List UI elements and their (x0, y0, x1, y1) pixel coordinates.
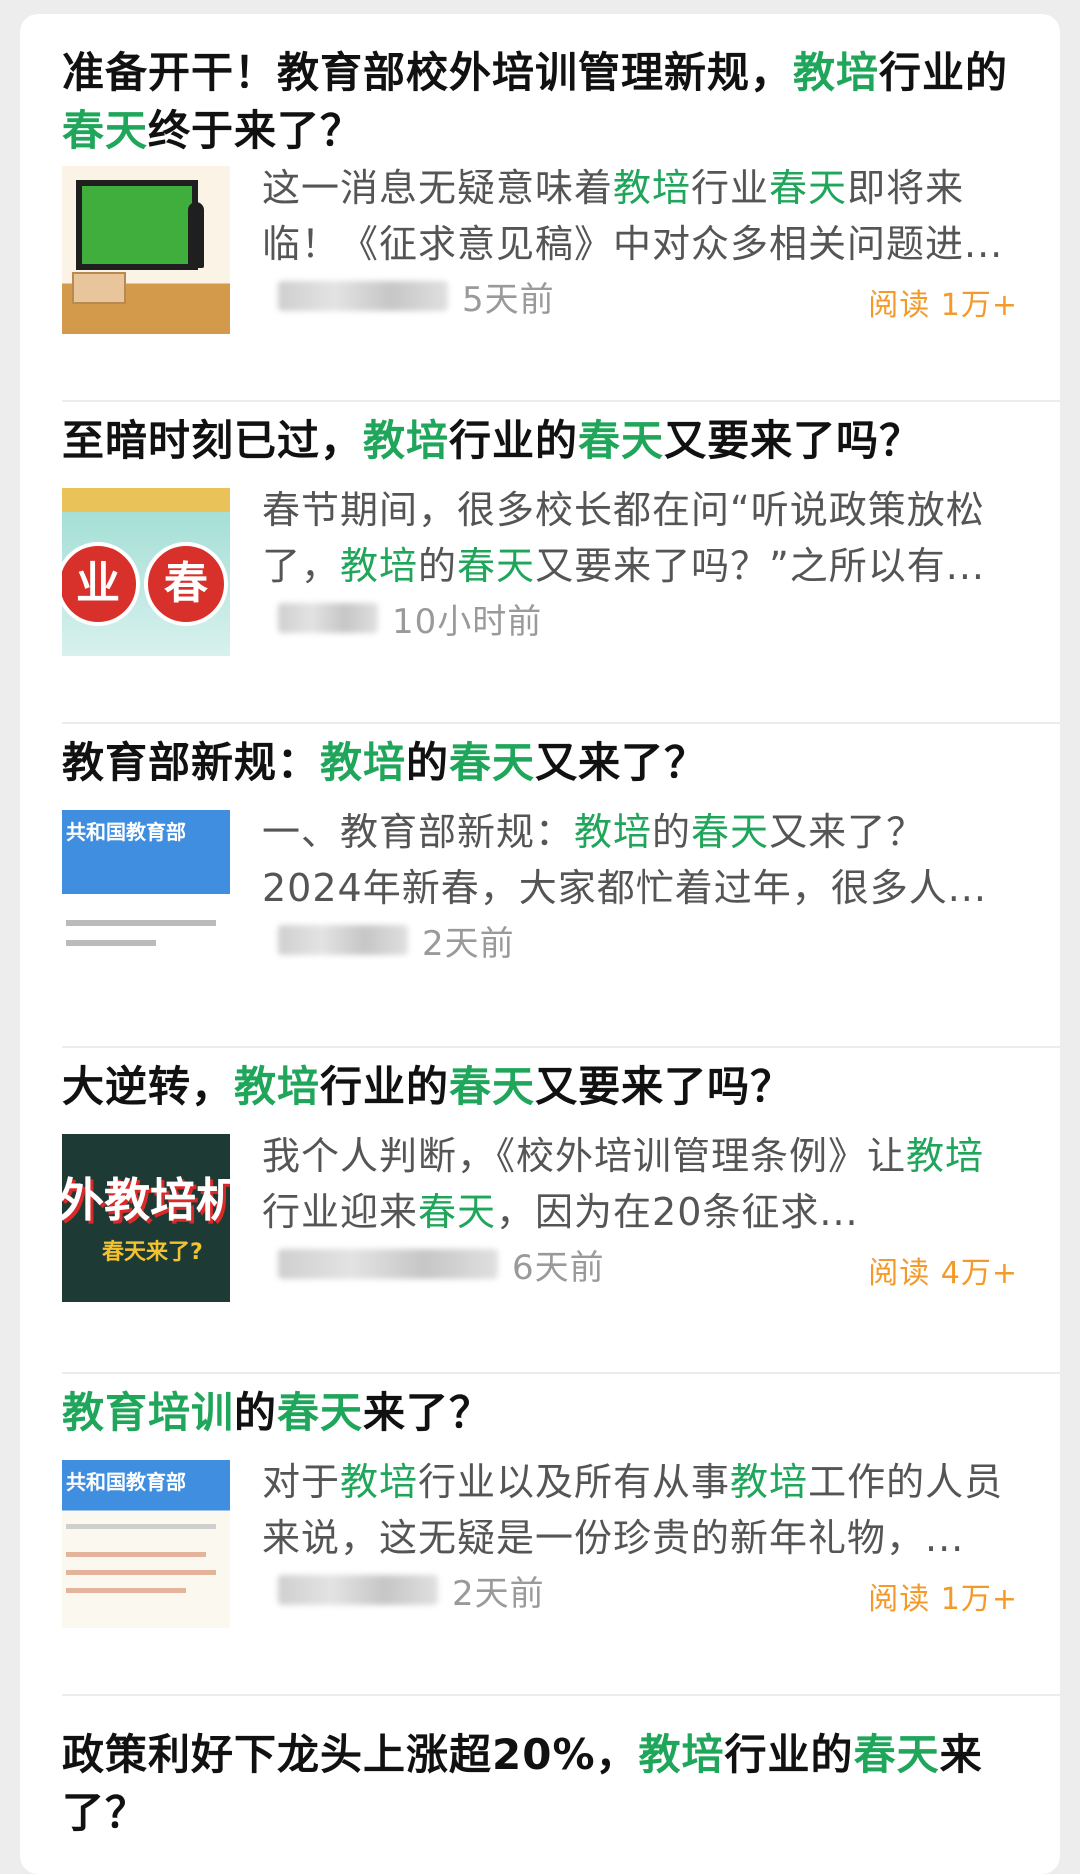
article-excerpt: 对于教培行业以及所有从事教培工作的人员来说，这无疑是一份珍贵的新年礼物，... (262, 1460, 1004, 1560)
thumbnail-glyph: 春 (144, 542, 228, 626)
publish-time: 10小时前 (392, 601, 543, 642)
publish-time: 6天前 (512, 1247, 605, 1288)
article-meta: 2天前 (278, 1570, 545, 1614)
article-thumbnail[interactable]: 外教培机 春天来了? (62, 1134, 230, 1302)
article-title[interactable]: 大逆转，教培行业的春天又要来了吗？ (62, 1058, 1047, 1116)
text-line (66, 1570, 216, 1575)
divider (62, 1046, 1060, 1048)
thumbnail-glyph: 业 (62, 542, 140, 626)
article-thumbnail[interactable] (62, 166, 230, 334)
thumbnail-heading: 共和国教育部 (66, 820, 186, 844)
article-meta: 10小时前 (278, 598, 542, 642)
person-icon (188, 202, 204, 268)
thumbnail-subheading: 春天来了? (102, 1240, 203, 1265)
divider (62, 1372, 1060, 1374)
publish-time: 2天前 (452, 1573, 545, 1614)
article-meta: 6天前 (278, 1244, 605, 1288)
article-thumbnail[interactable]: 共和国教育部 (62, 810, 230, 978)
article-title[interactable]: 政策利好下龙头上涨超20%，教培行业的春天来了？ (62, 1726, 1047, 1842)
desk-icon (72, 272, 126, 304)
text-line (66, 1552, 206, 1557)
source-name-blurred (278, 1575, 438, 1605)
source-name-blurred (278, 1249, 498, 1279)
article-title[interactable]: 准备开干！教育部校外培训管理新规，教培行业的春天终于来了？ (62, 44, 1047, 160)
publish-time: 2天前 (422, 923, 515, 964)
chalkboard-icon (76, 180, 198, 270)
read-count: 阅读 1万+ (868, 1582, 1018, 1617)
text-line (66, 940, 156, 946)
article-excerpt: 这一消息无疑意味着教培行业春天即将来临！《征求意见稿》中对众多相关问题进... (262, 166, 1004, 266)
thumbnail-heading: 外教培机 (62, 1173, 230, 1227)
read-count: 阅读 4万+ (868, 1256, 1018, 1291)
article-title[interactable]: 教育培训的春天来了？ (62, 1384, 1047, 1442)
article-meta: 5天前 (278, 276, 555, 320)
text-line (66, 1588, 186, 1593)
divider (62, 1694, 1060, 1696)
article-excerpt: 我个人判断，《校外培训管理条例》让教培行业迎来春天，因为在20条征求... (262, 1134, 985, 1234)
article-meta: 2天前 (278, 920, 515, 964)
source-name-blurred (278, 925, 408, 955)
article-feed: 准备开干！教育部校外培训管理新规，教培行业的春天终于来了？ 这一消息无疑意味着教… (20, 14, 1060, 1874)
article-title[interactable]: 教育部新规：教培的春天又来了？ (62, 734, 1047, 792)
article-title[interactable]: 至暗时刻已过，教培行业的春天又要来了吗？ (62, 412, 1047, 470)
publish-time: 5天前 (462, 279, 555, 320)
thumbnail-heading: 共和国教育部 (66, 1470, 186, 1494)
article-excerpt: 春节期间，很多校长都在问“听说政策放松了，教培的春天又要来了吗？”之所以有... (262, 488, 985, 588)
article-thumbnail[interactable]: 共和国教育部 (62, 1460, 230, 1628)
text-line (66, 920, 216, 926)
source-name-blurred (278, 281, 448, 311)
divider (62, 400, 1060, 402)
text-line (66, 1524, 216, 1529)
read-count: 阅读 1万+ (868, 288, 1018, 323)
source-name-blurred (278, 603, 378, 633)
article-excerpt: 一、教育部新规：教培的春天又来了？2024年新春，大家都忙着过年，很多人... (262, 810, 987, 910)
article-thumbnail[interactable]: 业 春 (62, 488, 230, 656)
banner (62, 488, 230, 512)
divider (62, 722, 1060, 724)
